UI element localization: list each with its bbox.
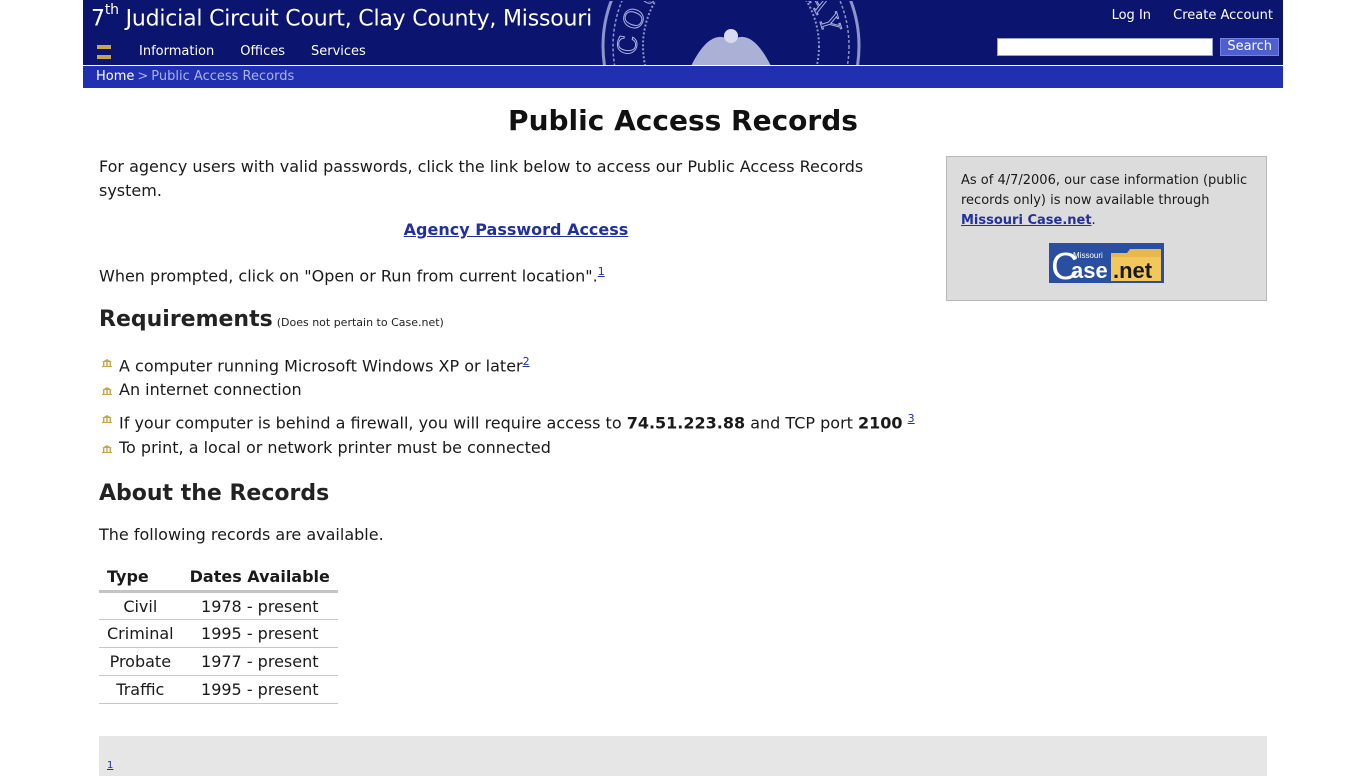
record-type: Traffic xyxy=(99,675,182,704)
courthouse-bullet-icon xyxy=(102,359,112,367)
requirement-text: and TCP port xyxy=(745,413,859,433)
nav-offices[interactable]: Offices xyxy=(240,44,285,59)
svg-text:.net: .net xyxy=(1113,258,1153,283)
casenet-info-text: As of 4/7/2006, our case information (pu… xyxy=(961,173,1248,208)
record-dates: 1977 - present xyxy=(181,647,338,676)
page: COURT OF CLAY 7th Judicial Circuit Court… xyxy=(83,0,1283,776)
tcp-port: 2100 xyxy=(858,413,903,433)
court-seal-logo: COURT OF CLAY xyxy=(601,1,861,65)
list-item: If your computer is behind a firewall, y… xyxy=(99,404,915,434)
record-dates: 1995 - present xyxy=(181,675,338,704)
about-records-heading: About the Records xyxy=(99,481,330,506)
breadcrumb-separator: > xyxy=(137,69,149,84)
agency-link-wrapper: Agency Password Access xyxy=(99,218,933,242)
footnote-line: 1 xyxy=(107,760,113,776)
breadcrumb-current: Public Access Records xyxy=(151,69,295,84)
footnote-ref-3: 3 xyxy=(908,412,915,425)
footnote-marker-1[interactable]: 1 xyxy=(107,760,113,771)
svg-text:Missouri: Missouri xyxy=(1073,251,1103,260)
prompted-instruction: When prompted, click on "Open or Run fro… xyxy=(99,266,598,286)
list-item: To print, a local or network printer mus… xyxy=(99,434,915,462)
page-title: Public Access Records xyxy=(508,104,858,137)
svg-text:ase: ase xyxy=(1071,258,1108,283)
agency-password-access-link[interactable]: Agency Password Access xyxy=(404,220,629,239)
records-table: Type Dates Available Civil 1978 - presen… xyxy=(99,563,338,704)
record-dates: 1995 - present xyxy=(181,619,338,648)
requirements-heading: Requirements (Does not pertain to Case.ne… xyxy=(99,307,444,332)
title-sup: th xyxy=(104,2,119,18)
breadcrumb-home[interactable]: Home xyxy=(96,69,134,84)
casenet-info-box: As of 4/7/2006, our case information (pu… xyxy=(946,156,1267,301)
footnote-link-1[interactable]: 1 xyxy=(598,265,605,278)
column-header-dates: Dates Available xyxy=(181,563,338,593)
record-type: Civil xyxy=(99,591,182,620)
site-header: COURT OF CLAY 7th Judicial Circuit Court… xyxy=(83,0,1283,65)
search-input[interactable] xyxy=(997,38,1214,56)
courthouse-bullet-icon xyxy=(102,445,112,453)
site-title[interactable]: 7th Judicial Circuit Court, Clay County,… xyxy=(91,2,593,32)
footnote-ref-2: 2 xyxy=(523,355,530,368)
search-button[interactable]: Search xyxy=(1220,38,1279,56)
casenet-info-period: . xyxy=(1091,213,1096,228)
casenet-logo[interactable]: C ase Missouri .net xyxy=(1049,243,1164,283)
login-link[interactable]: Log In xyxy=(1112,8,1151,23)
record-type: Probate xyxy=(99,647,182,676)
requirements-title: Requirements xyxy=(99,307,273,332)
hamburger-menu-icon[interactable] xyxy=(97,44,111,59)
intro-text: For agency users with valid passwords, c… xyxy=(99,157,864,200)
table-row: Probate 1977 - present xyxy=(99,647,338,676)
table-header-row: Type Dates Available xyxy=(99,563,338,593)
requirement-text: If your computer is behind a firewall, y… xyxy=(119,413,627,433)
search-form: Search xyxy=(997,38,1279,56)
list-item: A computer running Microsoft Windows XP … xyxy=(99,348,915,376)
missouri-casenet-link[interactable]: Missouri Case.net xyxy=(961,213,1092,228)
records-available-text: The following records are available. xyxy=(99,525,384,544)
requirements-list: A computer running Microsoft Windows XP … xyxy=(99,348,915,462)
record-type: Criminal xyxy=(99,619,182,648)
create-account-link[interactable]: Create Account xyxy=(1173,8,1273,23)
main-nav: Information Offices Services xyxy=(97,44,392,59)
table-row: Civil 1978 - present xyxy=(99,591,338,620)
requirement-text: A computer running Microsoft Windows XP … xyxy=(119,356,523,376)
title-prefix: 7 xyxy=(91,6,105,32)
table-row: Criminal 1995 - present xyxy=(99,619,338,648)
column-header-type: Type xyxy=(99,563,182,593)
nav-information[interactable]: Information xyxy=(139,44,214,59)
account-links: Log In Create Account xyxy=(1094,8,1273,23)
footnote-ref-1: 1 xyxy=(598,265,605,278)
footnotes-section: 1 xyxy=(99,736,1267,776)
title-text: Judicial Circuit Court, Clay County, Mis… xyxy=(118,6,593,32)
firewall-ip-address: 74.51.223.88 xyxy=(626,413,746,433)
breadcrumb: Home > Public Access Records xyxy=(83,65,1283,88)
requirements-note: (Does not pertain to Case.net) xyxy=(276,316,444,329)
nav-services[interactable]: Services xyxy=(311,44,366,59)
requirement-text: An internet connection xyxy=(119,380,302,399)
footnote-link-2[interactable]: 2 xyxy=(523,355,530,368)
courthouse-bullet-icon xyxy=(102,387,112,395)
courthouse-bullet-icon xyxy=(102,415,112,423)
table-row: Traffic 1995 - present xyxy=(99,675,338,704)
footnote-link-3[interactable]: 3 xyxy=(908,412,915,425)
prompted-text: When prompted, click on "Open or Run fro… xyxy=(99,260,605,288)
record-dates: 1978 - present xyxy=(181,591,338,620)
list-item: An internet connection xyxy=(99,376,915,404)
requirement-text: To print, a local or network printer mus… xyxy=(119,438,551,457)
